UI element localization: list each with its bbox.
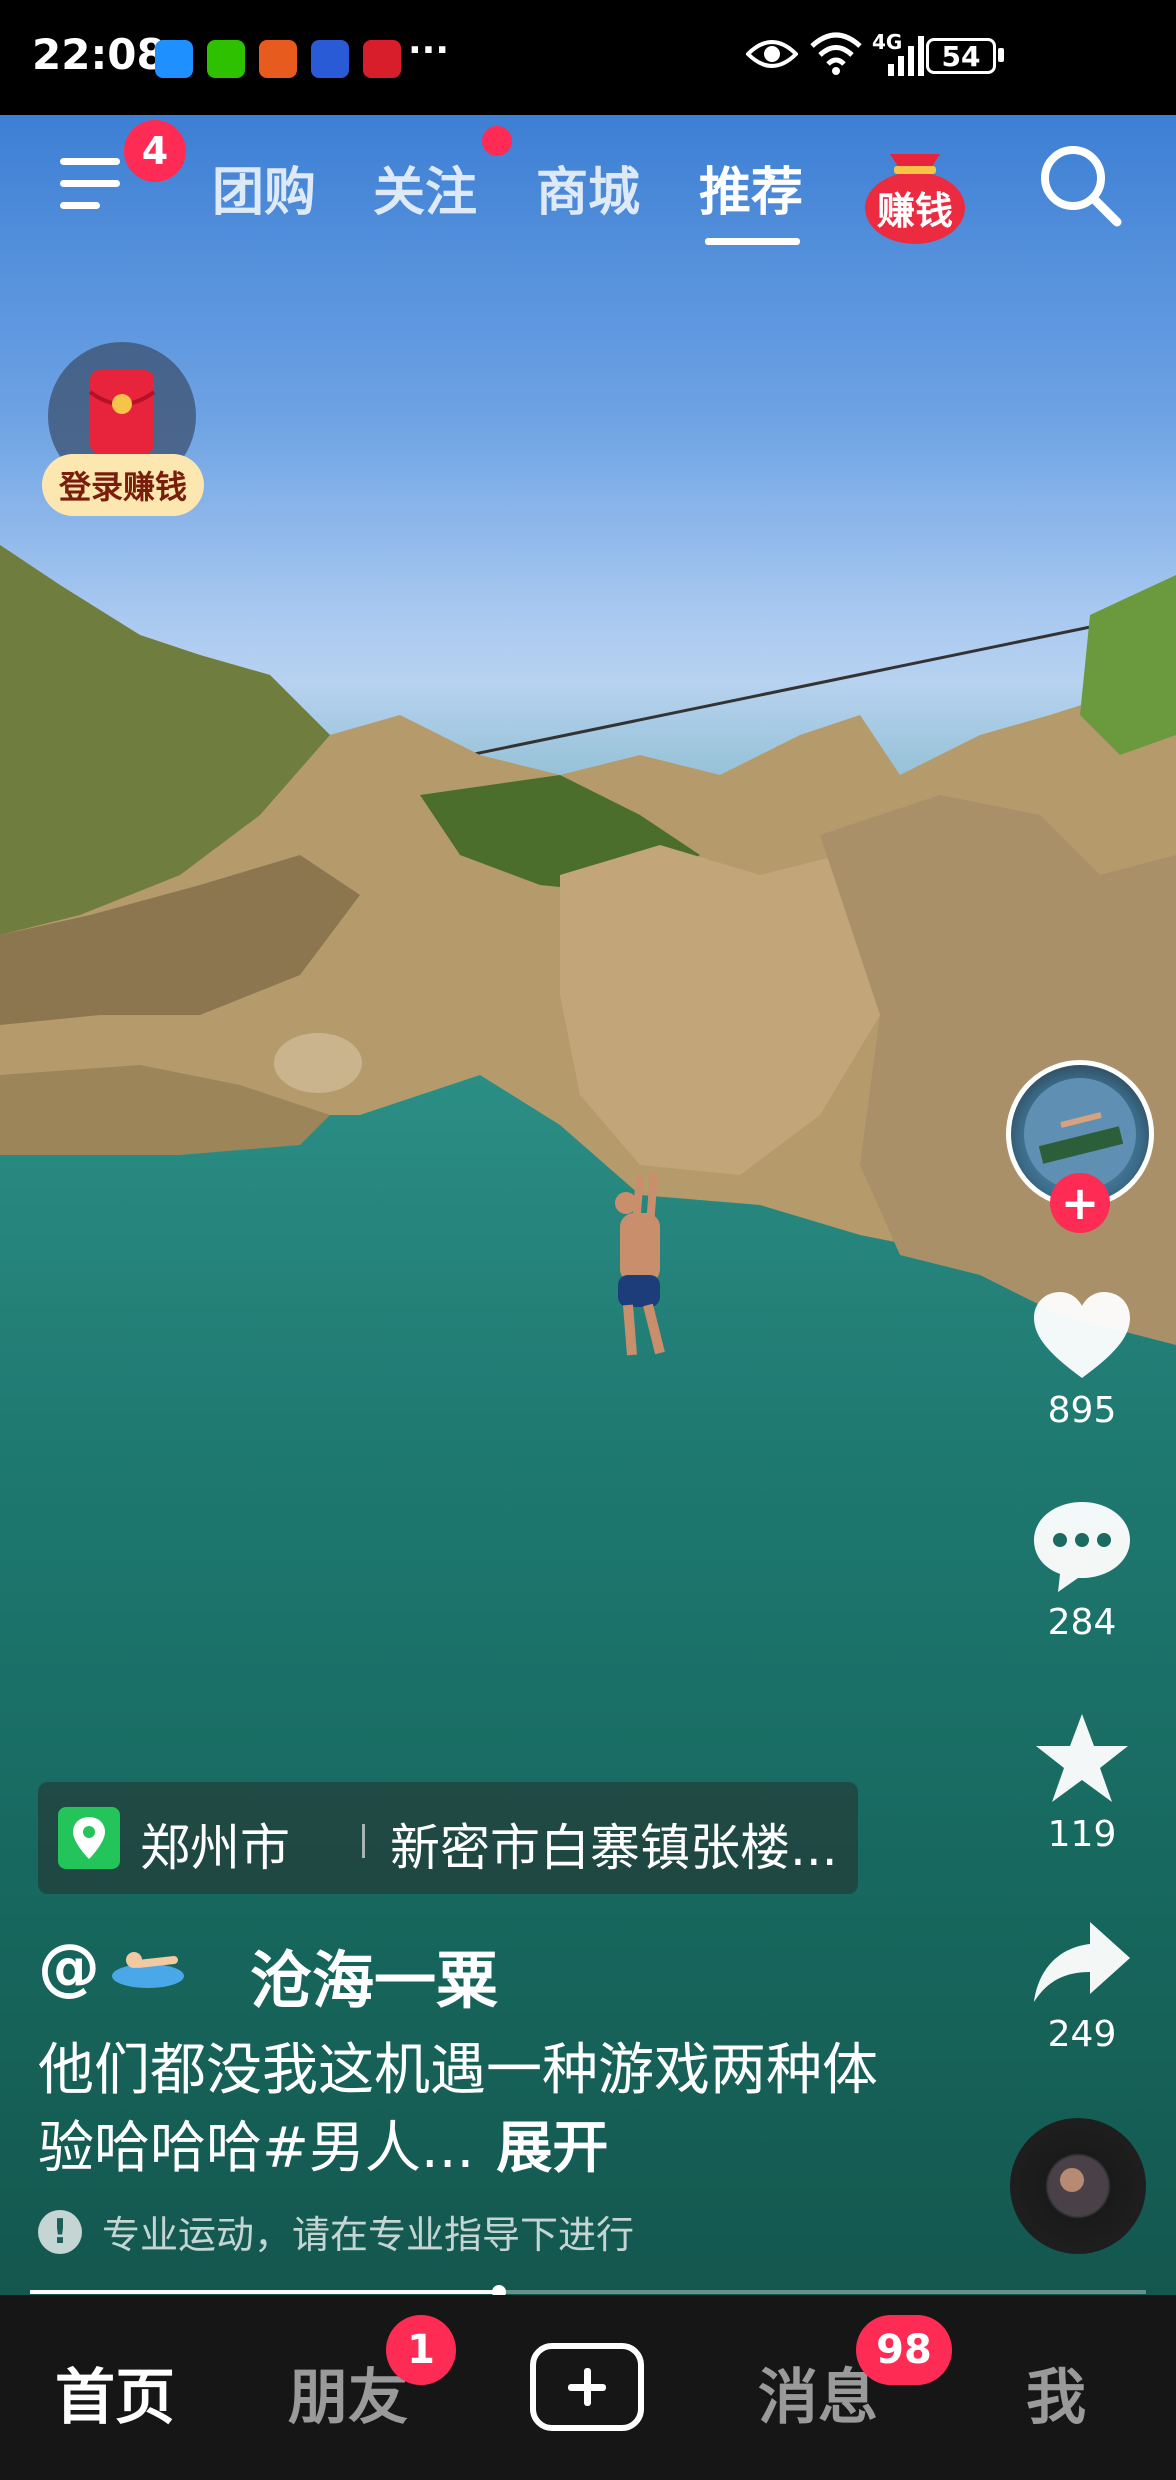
status-right: 4G 54	[736, 30, 1176, 80]
video-progress-bar[interactable]	[30, 2285, 1146, 2299]
location-place: 新密市白寨镇张楼...	[390, 1819, 838, 1877]
following-dot	[482, 126, 512, 156]
wifi-icon	[810, 32, 862, 75]
search-button[interactable]	[1035, 140, 1125, 230]
earn-money-button[interactable]: 赚钱	[860, 140, 970, 245]
follow-button[interactable]: +	[1050, 1173, 1110, 1233]
swimmer-emoji-icon	[108, 1940, 188, 1990]
bottom-tab-bar: 首页 朋友 1 消息 98 我	[0, 2295, 1176, 2480]
location-chip[interactable]: 郑州市 新密市白寨镇张楼...	[38, 1782, 858, 1894]
location-separator	[362, 1824, 365, 1858]
caption-text: 他们都没我这机遇一种游戏两种体验哈哈哈#男人...	[38, 2038, 878, 2181]
author-name[interactable]: 沧海一粟	[250, 1930, 498, 2020]
status-bar: 22:08 ··· 4G 54	[0, 0, 1176, 115]
login-earn-label: 登录赚钱	[42, 454, 204, 516]
info-icon: !	[38, 2209, 82, 2254]
favorite-count: 119	[1047, 1814, 1117, 1855]
progress-fill	[30, 2290, 499, 2294]
comment-button[interactable]: 284	[1022, 1498, 1142, 1643]
create-button[interactable]	[530, 2343, 644, 2431]
music-cover-image	[1048, 2156, 1108, 2216]
signal-icon	[888, 36, 924, 76]
login-earn-widget[interactable]: 登录赚钱	[42, 342, 207, 522]
menu-button[interactable]	[60, 158, 130, 214]
battery-nub	[998, 48, 1004, 62]
wechat-icon	[207, 40, 245, 78]
status-time: 22:08	[32, 30, 166, 79]
tab-recommend[interactable]: 推荐	[699, 150, 803, 225]
comment-icon	[1034, 1502, 1130, 1592]
active-tab-indicator	[705, 238, 800, 245]
unionpay-icon	[363, 40, 401, 78]
more-notifications-icon: ···	[408, 30, 450, 71]
tab-group-buy[interactable]: 团购	[212, 150, 316, 225]
bank-app-icon	[259, 40, 297, 78]
share-icon	[1034, 1922, 1130, 2002]
warning-text: 专业运动，请在专业指导下进行	[102, 2213, 635, 2257]
share-button[interactable]: 249	[1022, 1918, 1142, 2055]
tab-following[interactable]: 关注	[373, 150, 477, 225]
menu-line	[60, 158, 120, 165]
menu-line	[60, 202, 100, 209]
author-at[interactable]: @	[38, 1930, 100, 2003]
star-icon	[1036, 1714, 1128, 1802]
tab-me[interactable]: 我	[1026, 2349, 1086, 2436]
video-caption[interactable]: 他们都没我这机遇一种游戏两种体验哈哈哈#男人... 展开	[38, 2032, 898, 2188]
share-count: 249	[1047, 2014, 1117, 2055]
messages-badge: 98	[856, 2315, 952, 2385]
message-app-icon	[155, 40, 193, 78]
menu-badge: 4	[124, 120, 186, 182]
heart-icon	[1034, 1292, 1130, 1378]
friends-badge: 1	[386, 2315, 456, 2385]
location-city: 郑州市	[140, 1819, 290, 1877]
safety-warning: ! 专业运动，请在专业指导下进行	[38, 2204, 634, 2259]
eye-icon	[746, 40, 798, 68]
blue-app-icon	[311, 40, 349, 78]
search-icon	[1041, 146, 1122, 227]
tab-home[interactable]: 首页	[55, 2349, 175, 2436]
location-pin-icon	[58, 1807, 120, 1869]
like-count: 895	[1047, 1390, 1117, 1431]
favorite-button[interactable]: 119	[1022, 1710, 1142, 1855]
battery-indicator: 54	[926, 38, 996, 74]
jumper	[615, 1172, 665, 1356]
comment-count: 284	[1047, 1602, 1117, 1643]
expand-button[interactable]: 展开	[496, 2116, 608, 2181]
menu-line	[60, 180, 120, 187]
like-button[interactable]: 895	[1022, 1290, 1142, 1431]
tab-mall[interactable]: 商城	[536, 150, 640, 225]
music-disc[interactable]	[1010, 2118, 1146, 2254]
earn-money-label: 赚钱	[876, 189, 953, 233]
notification-icons	[155, 40, 401, 78]
